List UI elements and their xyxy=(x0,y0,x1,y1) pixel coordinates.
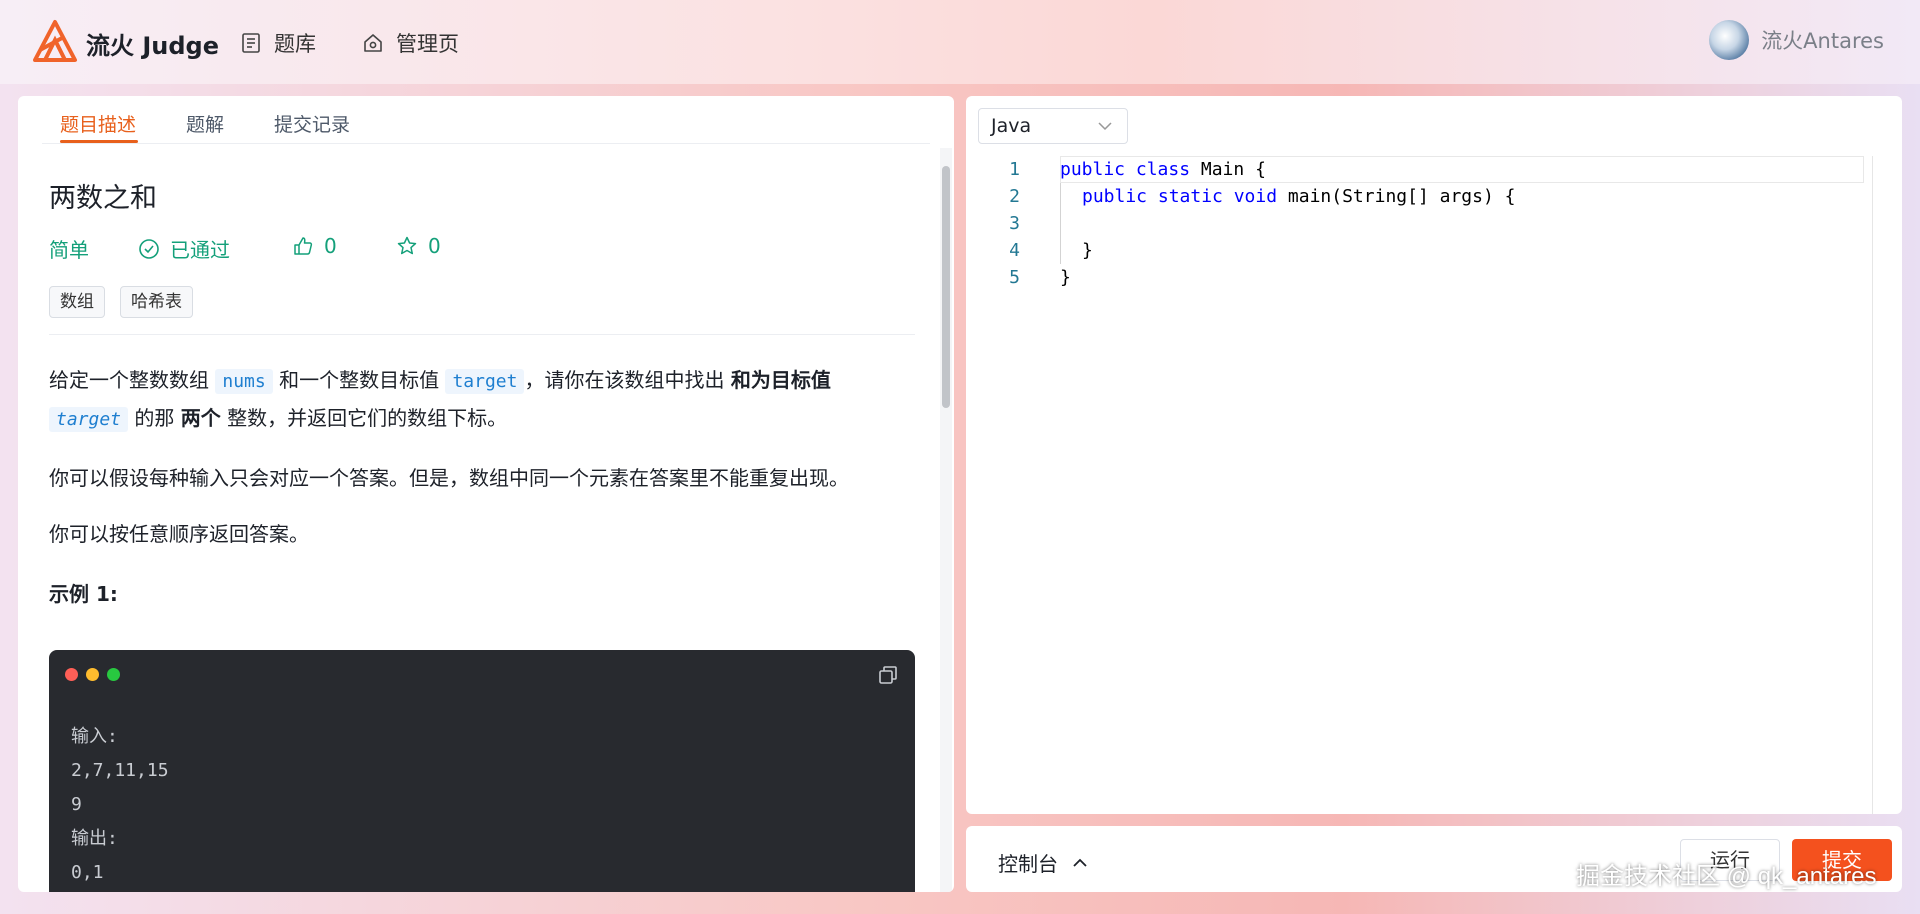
description-paragraph: 你可以假设每种输入只会对应一个答案。但是，数组中同一个元素在答案里不能重复出现。 xyxy=(49,466,849,490)
username: 流火Antares xyxy=(1761,29,1884,53)
window-dot-green xyxy=(107,668,120,681)
problem-panel: 题目描述 题解 提交记录 两数之和 简单 已通过 0 0 数组 哈希表 给定一个… xyxy=(18,96,954,892)
keyword: public class xyxy=(1060,159,1191,180)
line-number: 1 xyxy=(1009,159,1020,180)
language-value: Java xyxy=(991,115,1032,137)
code-editor-panel: Java 1 2 3 4 5 public class Main { publi… xyxy=(966,96,1902,814)
bold-text: 两个 xyxy=(180,406,221,430)
user-menu[interactable]: 流火Antares xyxy=(1709,20,1884,60)
line-number: 2 xyxy=(1009,186,1020,207)
watermark: 掘金技术社区 @ qk_antares xyxy=(1576,863,1877,890)
home-gear-icon xyxy=(364,34,382,52)
example-code-text: 输入: 2,7,11,15 9 输出: 0,1 xyxy=(71,720,169,890)
window-dot-red xyxy=(65,668,78,681)
code-editor[interactable]: 1 2 3 4 5 public class Main { public sta… xyxy=(966,156,1902,814)
like-count: 0 xyxy=(324,234,337,258)
difficulty-badge: 简单 xyxy=(49,238,89,262)
copy-icon[interactable] xyxy=(877,664,899,686)
divider xyxy=(49,334,915,335)
keyword: public static void xyxy=(1082,186,1278,207)
star-icon xyxy=(397,236,417,255)
code-line: public static void main(String[] args) { xyxy=(1082,183,1516,210)
scrollbar-track xyxy=(940,148,952,892)
star-count: 0 xyxy=(428,234,441,258)
text: 整数，并返回它们的数组下标。 xyxy=(220,406,508,430)
code-text: Main { xyxy=(1190,159,1266,180)
line-number: 3 xyxy=(1009,213,1020,234)
favorite-button[interactable]: 0 xyxy=(396,234,441,258)
tag-hash-table[interactable]: 哈希表 xyxy=(120,286,193,318)
problem-title: 两数之和 xyxy=(49,183,157,214)
like-button[interactable]: 0 xyxy=(292,234,337,258)
code-line: 0,1 xyxy=(71,862,104,883)
text: ，请你在该数组中找出 xyxy=(524,368,731,392)
nav-admin[interactable]: 管理页 xyxy=(362,28,459,58)
status-badge: 已通过 xyxy=(138,234,230,263)
code-line: } xyxy=(1082,240,1093,261)
indent-guide xyxy=(1060,183,1061,264)
avatar[interactable] xyxy=(1709,20,1750,60)
inline-code: nums xyxy=(215,369,273,394)
text: 和一个整数目标值 xyxy=(272,368,446,392)
description-paragraph: 你可以按任意顺序返回答案。 xyxy=(49,522,309,546)
chevron-up-icon xyxy=(1073,858,1087,867)
list-icon xyxy=(242,33,260,53)
language-select[interactable]: Java xyxy=(978,108,1128,144)
tab-solutions[interactable]: 题解 xyxy=(186,110,224,137)
code-line: 输出: xyxy=(71,828,118,849)
tab-submissions[interactable]: 提交记录 xyxy=(274,110,350,137)
check-circle-icon xyxy=(139,238,159,259)
code-line: 2,7,11,15 xyxy=(71,760,169,781)
text: 的那 xyxy=(128,406,181,430)
inline-code: target xyxy=(49,407,129,432)
tab-description[interactable]: 题目描述 xyxy=(60,110,136,137)
line-number: 5 xyxy=(1009,267,1020,288)
tag-array[interactable]: 数组 xyxy=(49,286,105,318)
code-text: main(String[] args) { xyxy=(1277,186,1516,207)
status-text: 已通过 xyxy=(170,238,230,262)
top-navbar: 流火 Judge 题库 管理页 流火Antares xyxy=(0,0,1920,84)
window-dot-yellow xyxy=(86,668,99,681)
example-code-block: 输入: 2,7,11,15 9 输出: 0,1 xyxy=(49,650,915,892)
nav-problem-bank[interactable]: 题库 xyxy=(240,28,316,58)
inline-code: target xyxy=(445,369,525,394)
brand-name[interactable]: 流火 Judge xyxy=(86,26,219,61)
nav-label: 管理页 xyxy=(396,32,459,56)
logo-icon[interactable] xyxy=(32,18,78,64)
nav-label: 题库 xyxy=(274,32,316,56)
text: 给定一个整数数组 xyxy=(49,368,216,392)
example-title: 示例 1: xyxy=(49,582,118,606)
problem-tabs: 题目描述 题解 提交记录 xyxy=(42,96,930,144)
code-line: 输入: xyxy=(71,726,118,747)
active-tab-indicator xyxy=(60,140,138,143)
code-line: public class Main { xyxy=(1060,156,1266,183)
bold-text: 和为目标值 xyxy=(730,368,831,392)
code-line: 9 xyxy=(71,794,82,815)
description-paragraph: 给定一个整数数组 nums 和一个整数目标值 target ，请你在该数组中找出 … xyxy=(49,362,919,438)
scrollbar-thumb[interactable] xyxy=(942,166,950,408)
chevron-down-icon xyxy=(1098,122,1112,131)
code-line: } xyxy=(1060,267,1071,288)
line-number: 4 xyxy=(1009,240,1020,261)
thumbs-up-icon xyxy=(294,237,313,255)
console-toggle[interactable]: 控制台 xyxy=(998,848,1088,877)
console-label: 控制台 xyxy=(998,852,1058,876)
editor-ruler xyxy=(1872,156,1873,814)
